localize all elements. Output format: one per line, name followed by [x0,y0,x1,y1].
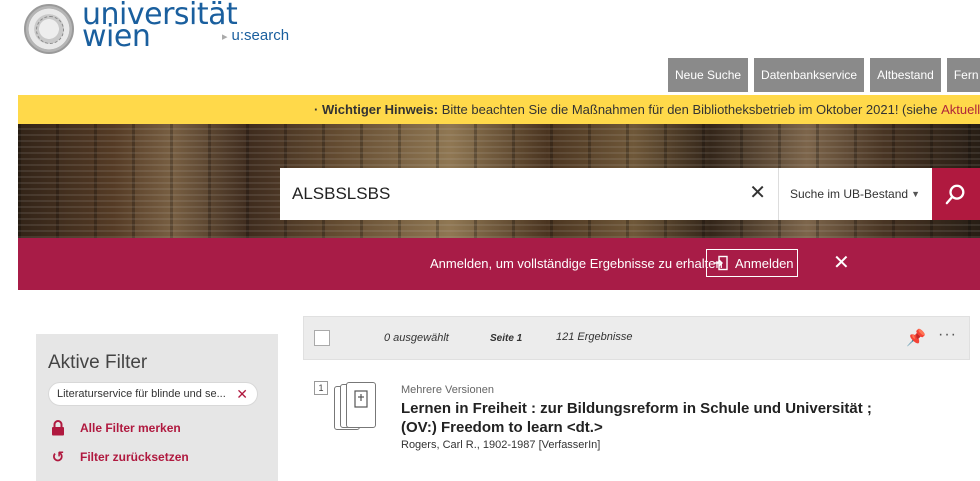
page-indicator: Seite 1 [490,333,523,344]
chevron-down-icon: ▼ [911,189,920,199]
active-filters-panel: Aktive Filter Literaturservice für blind… [36,334,278,481]
selected-count: 0 ausgewählt [384,332,449,344]
document-icon [354,390,368,408]
login-prompt-bar: Anmelden, um vollständige Ergebnisse zu … [18,238,980,290]
search-scope-select[interactable]: Suche im UB-Bestand ▼ [778,168,932,220]
remote-access-button[interactable]: Fern [946,58,980,92]
university-logo[interactable]: universität wien [82,0,238,52]
results-count: 121 Ergebnisse [556,331,633,343]
select-all-checkbox[interactable] [314,330,330,346]
breadcrumb-label: u:search [231,27,290,44]
remember-filters-label: Alle Filter merken [80,421,181,435]
more-options-icon[interactable]: ··· [938,326,957,344]
top-navigation: Neue Suche Datenbankservice Altbestand F… [668,58,980,92]
breadcrumb[interactable]: ▸ u:search [222,27,289,44]
new-search-button[interactable]: Neue Suche [668,58,749,92]
close-icon[interactable]: ✕ [833,250,850,275]
multiple-versions-icon[interactable] [334,382,392,432]
login-message: Anmelden, um vollständige Ergebnisse zu … [430,256,723,271]
results-toolbar: 0 ausgewählt Seite 1 121 Ergebnisse 📌 ··… [303,316,970,360]
clear-search-icon[interactable]: ✕ [749,182,766,204]
login-button[interactable]: Anmelden [706,249,798,277]
reset-filters-button[interactable]: ↺ Filter zurücksetzen [50,448,189,466]
lock-icon [52,420,64,436]
search-scope-label: Suche im UB-Bestand [790,187,909,201]
reset-icon: ↺ [51,449,65,466]
remember-filters-button[interactable]: Alle Filter merken [50,420,181,436]
notice-banner: · Wichtiger Hinweis: Bitte beachten Sie … [18,95,980,124]
version-page-front [346,382,376,428]
multiple-versions-label: Mehrere Versionen [401,384,494,396]
notice-text: Bitte beachten Sie die Maßnahmen für den… [438,102,942,117]
notice-prefix: · Wichtiger Hinweis: [314,102,439,117]
notice-link[interactable]: Aktuell-Meldun [941,102,980,117]
breadcrumb-caret-icon: ▸ [222,31,228,43]
search-button[interactable] [932,168,980,220]
login-button-label: Anmelden [735,255,794,271]
result-title-link[interactable]: Lernen in Freiheit : zur Bildungsreform … [401,400,872,417]
search-input[interactable] [280,168,720,220]
result-title-link-continued[interactable]: (OV:) Freedom to learn <dt.> [401,419,603,436]
result-author: Rogers, Carl R., 1902-1987 [VerfasserIn] [401,439,601,451]
filter-chip[interactable]: Literaturservice für blinde und se... ✕ [48,382,258,406]
active-filters-title: Aktive Filter [48,352,148,373]
result-number: 1 [314,381,328,395]
search-icon [945,184,965,205]
filter-chip-label: Literaturservice für blinde und se... [57,388,226,400]
reset-filters-label: Filter zurücksetzen [80,450,189,464]
pin-icon[interactable]: 📌 [906,328,926,348]
remove-filter-icon[interactable]: ✕ [236,386,248,403]
search-box: ✕ [280,168,778,220]
database-service-button[interactable]: Datenbankservice [754,58,865,92]
university-seal-logo[interactable] [24,4,74,54]
login-icon [714,255,728,271]
old-stock-button[interactable]: Altbestand [870,58,941,92]
